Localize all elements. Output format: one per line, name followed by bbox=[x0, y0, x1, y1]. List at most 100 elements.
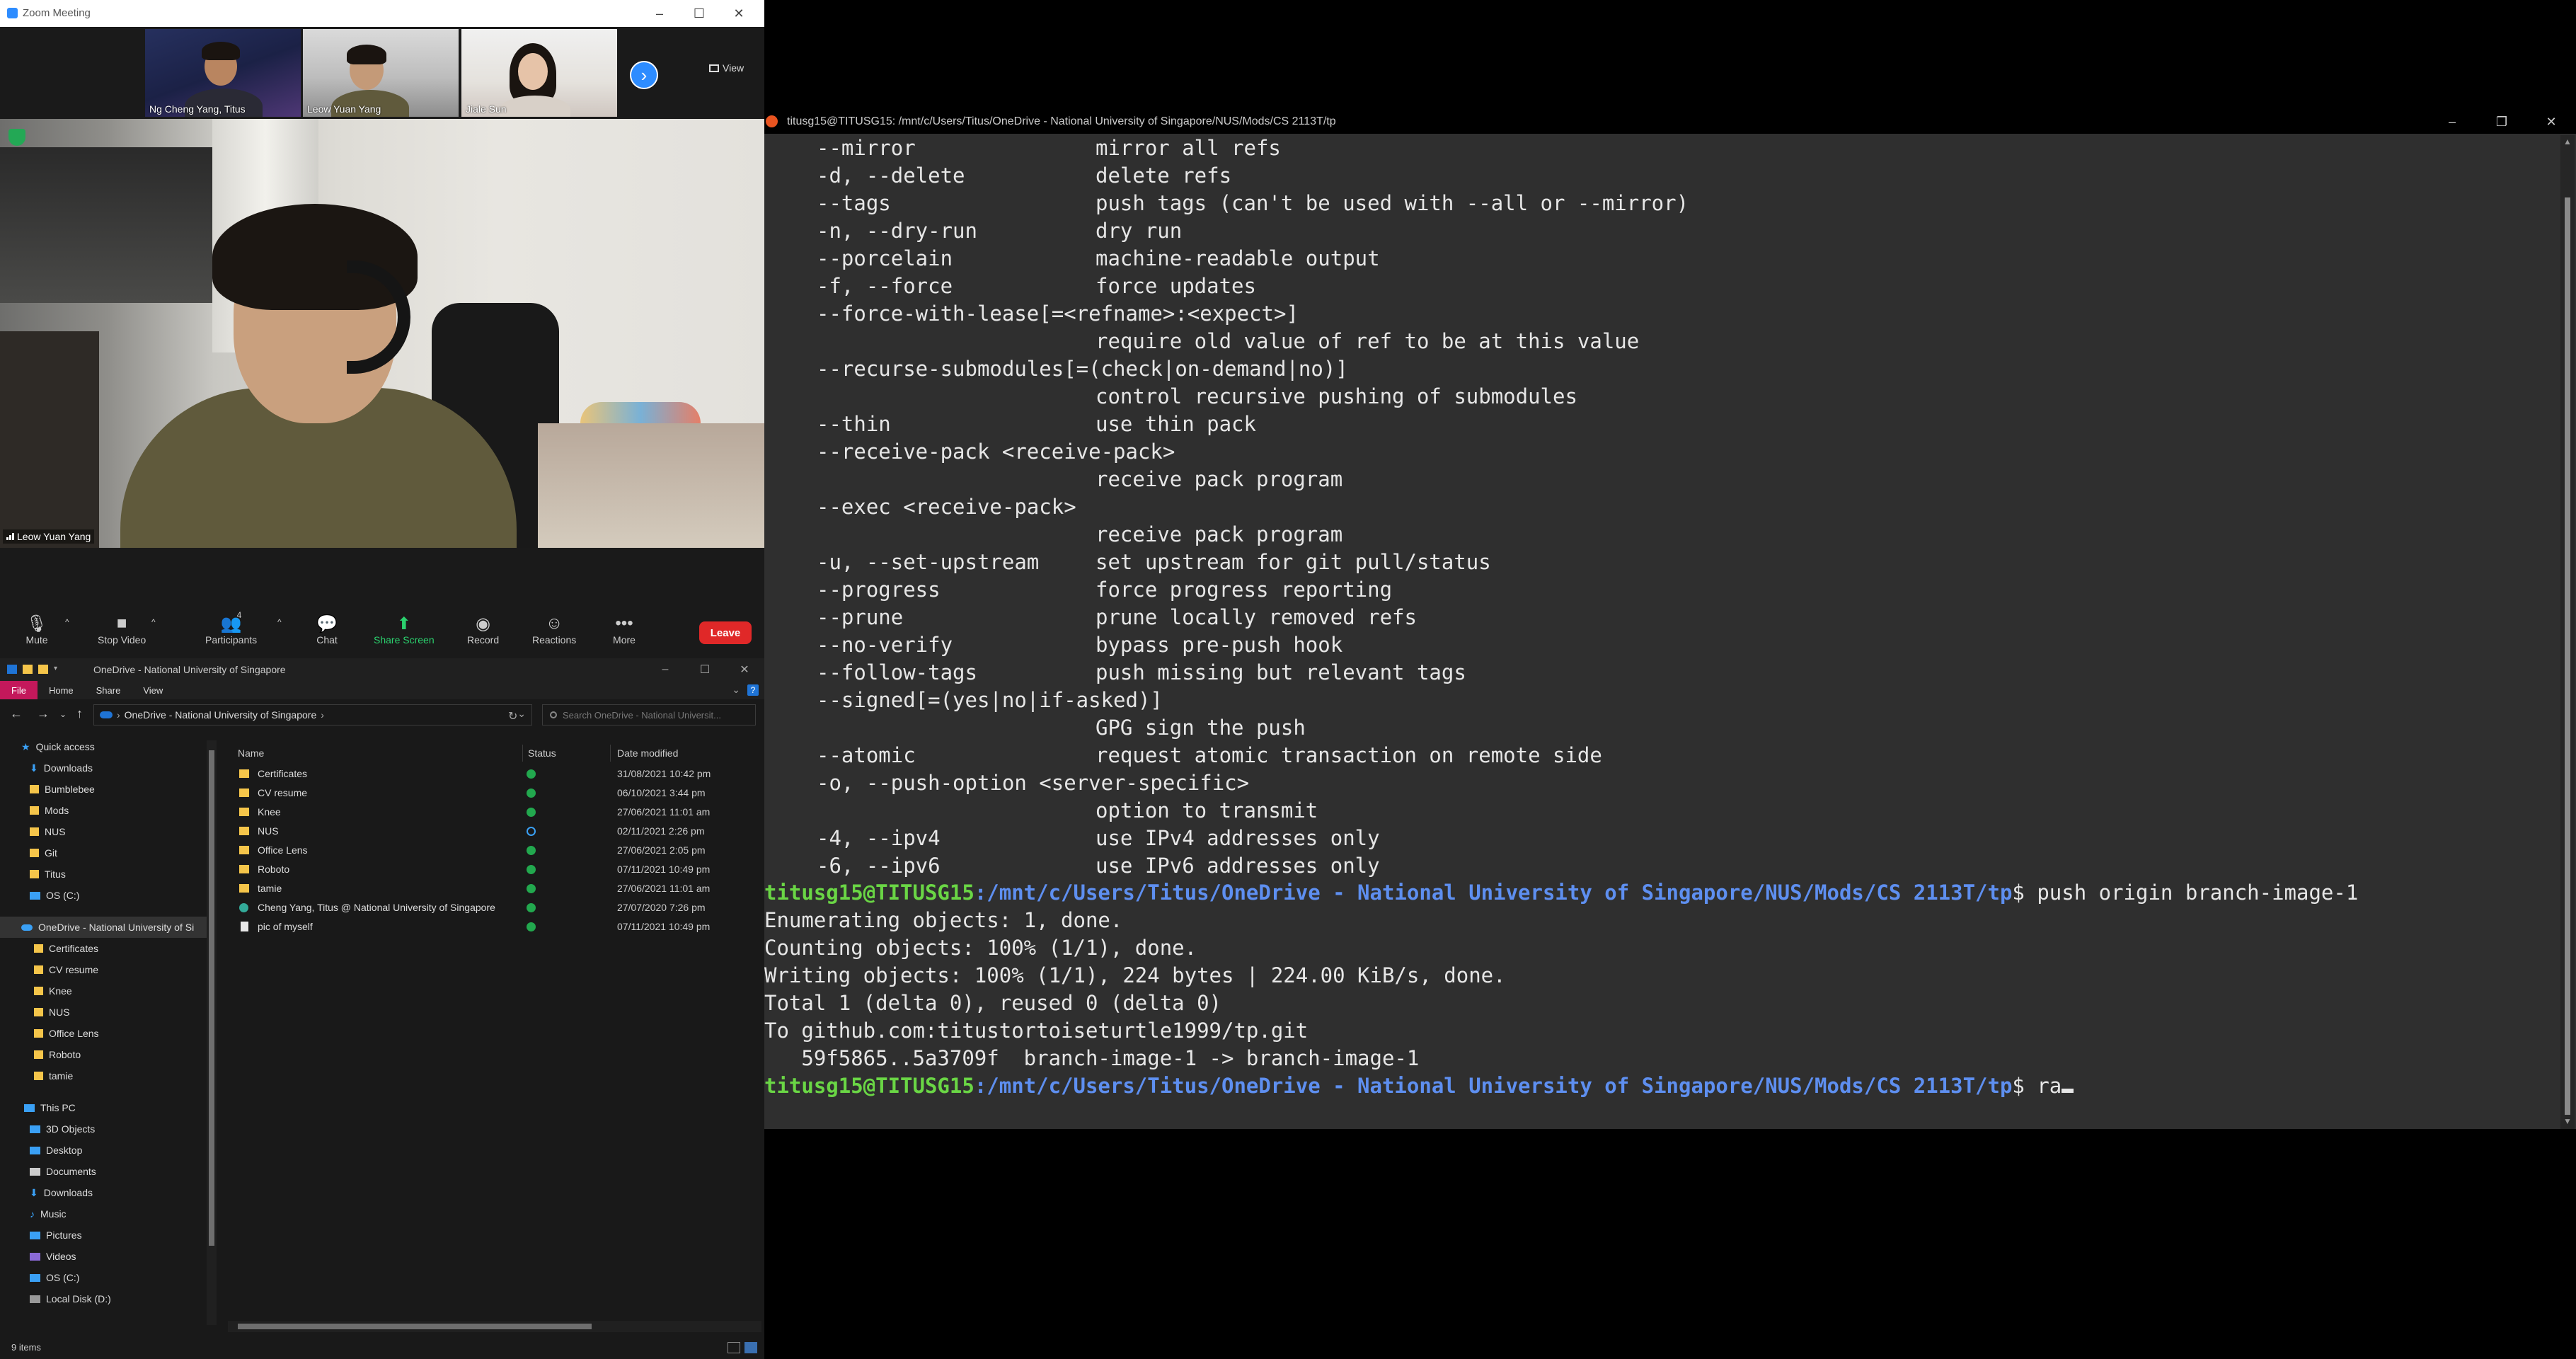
chat-button[interactable]: 💬 Chat bbox=[316, 613, 338, 646]
participants-button[interactable]: 👥 4 Participants bbox=[205, 610, 257, 646]
audio-options-chevron-icon[interactable]: ^ bbox=[65, 617, 69, 627]
sidebar-item-pictures[interactable]: Pictures bbox=[30, 1225, 82, 1246]
navigation-scrollbar[interactable] bbox=[207, 740, 217, 1325]
terminal-output[interactable]: --mirror mirror all refs -d, --delete delet… bbox=[764, 134, 2555, 1129]
properties-icon[interactable] bbox=[23, 665, 33, 674]
sidebar-item-cv-resume[interactable]: CV resume bbox=[34, 959, 98, 980]
sidebar-item-label: This PC bbox=[40, 1102, 76, 1113]
close-button[interactable]: ✕ bbox=[725, 658, 764, 681]
sidebar-item-3d-objects[interactable]: 3D Objects bbox=[30, 1118, 95, 1140]
scrollbar-thumb[interactable] bbox=[209, 750, 214, 1246]
sidebar-item-os-c[interactable]: OS (C:)📌 bbox=[30, 885, 79, 906]
more-button[interactable]: ••• More bbox=[613, 613, 636, 646]
list-item[interactable]: Roboto 07/11/2021 10:49 pm bbox=[235, 860, 759, 879]
sidebar-item-local-disk-d[interactable]: Local Disk (D:) bbox=[30, 1288, 111, 1309]
column-name[interactable]: Name bbox=[238, 747, 264, 759]
sidebar-item-office-lens[interactable]: Office Lens bbox=[34, 1023, 99, 1044]
video-options-chevron-icon[interactable]: ^ bbox=[151, 617, 156, 627]
refresh-icon[interactable]: ↻ bbox=[508, 709, 517, 723]
close-button[interactable]: ✕ bbox=[2526, 110, 2576, 134]
participants-options-chevron-icon[interactable]: ^ bbox=[277, 617, 282, 627]
large-icons-view-icon[interactable] bbox=[744, 1342, 757, 1353]
tab-file[interactable]: File bbox=[0, 681, 38, 699]
sidebar-item-titus[interactable]: Titus📌 bbox=[30, 864, 66, 885]
sidebar-item-mods[interactable]: Mods📌 bbox=[30, 800, 69, 821]
column-date-modified[interactable]: Date modified bbox=[617, 747, 678, 759]
sidebar-item-os-c-pc[interactable]: OS (C:) bbox=[30, 1267, 79, 1288]
minimize-button[interactable]: – bbox=[640, 0, 679, 27]
column-status[interactable]: Status bbox=[528, 747, 556, 759]
computer-icon bbox=[24, 1103, 35, 1112]
tab-view[interactable]: View bbox=[132, 681, 174, 699]
participant-thumbnail[interactable]: Jiale Sun bbox=[461, 29, 617, 117]
share-screen-button[interactable]: ⬆ Share Screen bbox=[374, 613, 435, 646]
sidebar-item-roboto[interactable]: Roboto bbox=[34, 1044, 81, 1065]
scrollbar-thumb[interactable] bbox=[238, 1324, 592, 1329]
minimize-button[interactable]: – bbox=[2427, 110, 2477, 134]
expand-ribbon-chevron-icon[interactable]: ⌄ bbox=[732, 684, 740, 696]
sidebar-item-documents[interactable]: Documents bbox=[30, 1161, 96, 1182]
next-page-icon[interactable]: › bbox=[630, 61, 658, 89]
address-dropdown-chevron-icon[interactable]: ⌄ bbox=[517, 708, 526, 720]
breadcrumb-location[interactable]: OneDrive - National University of Singap… bbox=[125, 709, 317, 721]
maximize-button[interactable]: ☐ bbox=[679, 0, 719, 27]
restore-button[interactable]: ❐ bbox=[2477, 110, 2526, 134]
sidebar-item-videos[interactable]: Videos bbox=[30, 1246, 76, 1267]
details-view-icon[interactable] bbox=[728, 1342, 740, 1353]
list-item[interactable]: pic of myself 07/11/2021 10:49 pm bbox=[235, 917, 759, 936]
help-icon[interactable]: ? bbox=[747, 684, 759, 696]
list-item[interactable]: CV resume 06/10/2021 3:44 pm bbox=[235, 784, 759, 803]
sidebar-item-git[interactable]: Git📌 bbox=[30, 842, 57, 864]
scroll-down-arrow-icon[interactable]: ▼ bbox=[2563, 1116, 2572, 1126]
minimize-button[interactable]: – bbox=[645, 658, 685, 681]
customize-chevron-icon[interactable]: ▾ bbox=[54, 665, 57, 674]
sidebar-item-nus[interactable]: NUS bbox=[34, 1002, 70, 1023]
tab-share[interactable]: Share bbox=[85, 681, 132, 699]
sidebar-item-downloads-pc[interactable]: ⬇ Downloads bbox=[30, 1182, 93, 1203]
sidebar-item-tamie[interactable]: tamie bbox=[34, 1065, 73, 1086]
scrollbar-thumb[interactable] bbox=[2565, 197, 2570, 1115]
sidebar-item-music[interactable]: ♪ Music bbox=[30, 1203, 67, 1225]
sidebar-item-quick-access[interactable]: ★ Quick access bbox=[21, 736, 95, 757]
view-button[interactable]: View bbox=[709, 62, 744, 74]
list-item[interactable]: Cheng Yang, Titus @ National University … bbox=[235, 898, 759, 917]
list-item[interactable]: Office Lens 27/06/2021 2:05 pm bbox=[235, 841, 759, 860]
participant-thumbnail[interactable]: Ng Cheng Yang, Titus bbox=[145, 29, 301, 117]
scroll-up-arrow-icon[interactable]: ▲ bbox=[2563, 137, 2572, 147]
horizontal-scrollbar[interactable] bbox=[228, 1321, 761, 1332]
file-date: 07/11/2021 10:49 pm bbox=[617, 921, 711, 932]
participant-thumbnail[interactable]: Leow Yuan Yang bbox=[303, 29, 459, 117]
reactions-button[interactable]: ☺ Reactions bbox=[532, 613, 576, 646]
mute-button[interactable]: 🎙 Mute bbox=[25, 613, 48, 646]
sidebar-item-this-pc[interactable]: This PC bbox=[24, 1097, 76, 1118]
stop-video-button[interactable]: ■ Stop Video bbox=[98, 613, 146, 646]
sidebar-item-certificates[interactable]: Certificates bbox=[34, 938, 98, 959]
maximize-button[interactable]: ☐ bbox=[685, 658, 725, 681]
forward-arrow-icon[interactable]: → bbox=[37, 706, 50, 721]
option-flag: --follow-tags bbox=[817, 660, 977, 684]
sidebar-item-nus[interactable]: NUS📌 bbox=[30, 821, 66, 842]
sidebar-item-onedrive[interactable]: OneDrive - National University of Si bbox=[0, 917, 207, 938]
tab-home[interactable]: Home bbox=[38, 681, 85, 699]
recent-locations-chevron-icon[interactable]: ⌄ bbox=[59, 709, 67, 719]
sidebar-item-desktop[interactable]: Desktop bbox=[30, 1140, 82, 1161]
address-bar[interactable]: › OneDrive - National University of Sing… bbox=[93, 704, 532, 726]
option-description: set upstream for git pull/status bbox=[1096, 550, 1491, 574]
list-item[interactable]: Certificates 31/08/2021 10:42 pm bbox=[235, 764, 759, 784]
new-folder-icon[interactable] bbox=[38, 665, 48, 674]
close-button[interactable]: ✕ bbox=[719, 0, 759, 27]
search-input[interactable]: Search OneDrive - National Universit... bbox=[542, 704, 756, 726]
terminal-scrollbar[interactable]: ▲ ▼ bbox=[2560, 135, 2575, 1129]
list-item[interactable]: NUS 02/11/2021 2:26 pm bbox=[235, 822, 759, 841]
sidebar-item-knee[interactable]: Knee bbox=[34, 980, 72, 1002]
leave-button[interactable]: Leave bbox=[699, 621, 752, 644]
shield-icon[interactable] bbox=[8, 129, 25, 146]
back-arrow-icon[interactable]: ← bbox=[10, 706, 23, 721]
up-arrow-icon[interactable]: ↑ bbox=[76, 706, 83, 721]
sidebar-item-bumblebee[interactable]: Bumblebee📌 bbox=[30, 779, 95, 800]
list-item[interactable]: tamie 27/06/2021 11:01 am bbox=[235, 879, 759, 898]
record-button[interactable]: ◉ Record bbox=[467, 613, 499, 646]
sidebar-item-downloads[interactable]: ⬇Downloads📌 bbox=[30, 757, 93, 779]
list-item[interactable]: Knee 27/06/2021 11:01 am bbox=[235, 803, 759, 822]
command-line[interactable]: titusg15@TITUSG15:/mnt/c/Users/Titus/One… bbox=[764, 1072, 2074, 1100]
